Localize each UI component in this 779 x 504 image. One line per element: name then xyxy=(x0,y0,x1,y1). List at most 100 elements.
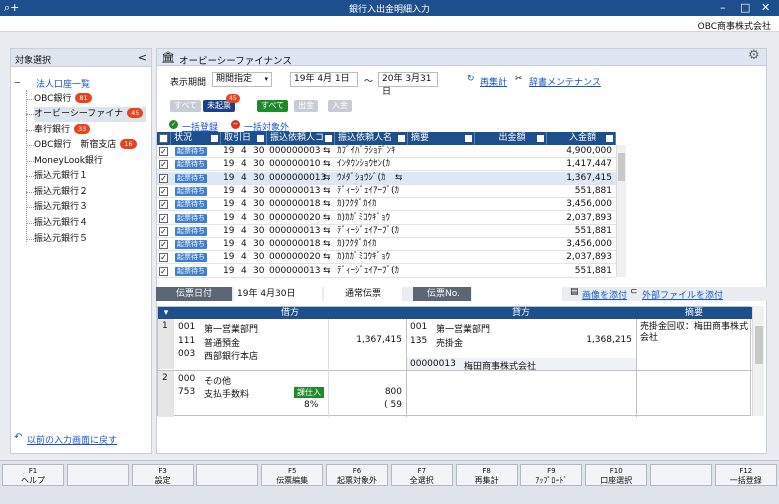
voucher-date-input[interactable]: 19年 4月30日 xyxy=(234,287,322,301)
collapse-chevron-icon[interactable]: < xyxy=(138,51,147,64)
swap-icon[interactable]: ⇆ xyxy=(323,266,331,276)
voucher-no-input[interactable] xyxy=(472,287,562,301)
select-all-checkbox[interactable] xyxy=(159,134,168,143)
filter-type-deposit[interactable]: 入金 xyxy=(328,100,352,112)
row-checkbox[interactable]: ✓ xyxy=(159,147,168,156)
filter-type-all[interactable]: すべて xyxy=(257,100,289,112)
grid-row[interactable]: ✓ 起票待ち 19 4 30 000000018 ⇆ ｶ)ﾌｸﾀﾞｶｲｶ 3,456,000 xyxy=(157,198,616,212)
swap-icon[interactable]: ⇆ xyxy=(323,173,331,183)
row-checkbox[interactable]: ✓ xyxy=(159,186,168,196)
swap-icon[interactable]: ⇆ xyxy=(323,213,331,223)
grid-row[interactable]: ✓ 起票待ち 19 4 30 000000013 ⇆ ﾃﾞｨｰｼﾞｪｲｱｰﾌﾞ(ｶ 551,88… xyxy=(157,225,616,238)
filter-dropdown-icon[interactable] xyxy=(465,135,472,142)
filter-status-all[interactable]: すべて xyxy=(170,100,202,112)
row-checkbox[interactable]: ✓ xyxy=(159,200,168,210)
grid-scroll-thumb[interactable] xyxy=(618,153,625,181)
journal-collapse-icon[interactable]: ▾ xyxy=(158,307,174,319)
fkey-f6[interactable]: F6 起票対象外 xyxy=(326,464,388,486)
grid-row[interactable]: ✓ 起票待ち 19 4 30 000000010 ⇆ ｲﾝﾀｳﾝｼｮｳｾﾝ(ｶ 1,417,44… xyxy=(157,158,616,172)
filter-dropdown-icon[interactable] xyxy=(537,135,544,142)
attach-image-link[interactable]: 画像を添付 xyxy=(582,288,627,301)
fkey-f7[interactable]: F7 全選択 xyxy=(390,464,453,486)
previous-screen-link[interactable]: 以前の入力画面に戻す xyxy=(27,433,117,446)
grid-row[interactable]: ✓ 起票待ち 19 4 30 0000000013 ⇆ ｳﾒﾀﾞｼｮｳｼﾞ(ｶ ⇆ 1,367,4… xyxy=(157,171,616,185)
header-date[interactable]: 取引日 xyxy=(221,132,267,145)
header-code[interactable]: 振込依頼人コード xyxy=(267,132,335,145)
gear-icon[interactable]: ⚙ xyxy=(748,48,760,63)
date-to-input[interactable]: 20年 3月31日 xyxy=(378,72,438,97)
maximize-icon[interactable]: □ xyxy=(740,0,750,16)
swap-icon[interactable]: ⇆ xyxy=(323,226,331,236)
debit2-dept-code[interactable]: 000 xyxy=(178,374,195,384)
fkey-f10[interactable]: F10 口座選択 xyxy=(585,464,648,486)
debit-amount[interactable]: 1,367,415 xyxy=(326,335,402,345)
grid-row[interactable]: ✓ 起票待ち 19 4 30 000000020 ⇆ ｶ)ｶｶﾞﾐｺｳｷﾞｮｳ 2,037,89… xyxy=(157,251,616,265)
debit-account-code[interactable]: 111 xyxy=(178,336,195,346)
grid-row[interactable]: ✓ 起票待ち 19 4 30 000000003 ⇆ ｶﾌﾞｲﾊﾞﾗｼｮﾃﾞﾝｷ 4,900,0… xyxy=(157,145,616,158)
minimize-icon[interactable]: – xyxy=(720,0,726,16)
filter-dropdown-icon[interactable] xyxy=(606,135,613,142)
header-name[interactable]: 振込依頼人名 xyxy=(335,132,408,145)
header-memo[interactable]: 摘要 xyxy=(408,132,475,145)
filter-dropdown-icon[interactable] xyxy=(257,135,264,142)
credit-partner-code[interactable]: 00000013 xyxy=(410,359,456,369)
journal-scrollbar[interactable] xyxy=(752,306,764,416)
row-checkbox[interactable]: ✓ xyxy=(159,213,168,223)
filter-type-withdraw[interactable]: 出金 xyxy=(294,100,318,112)
account-item[interactable]: 奉行銀行 33 xyxy=(34,123,146,138)
row-checkbox[interactable]: ✓ xyxy=(159,173,168,183)
attach-file-link[interactable]: 外部ファイルを添付 xyxy=(642,288,723,301)
header-withdraw[interactable]: 出金額 xyxy=(475,132,547,145)
filter-dropdown-icon[interactable] xyxy=(211,135,218,142)
swap-icon[interactable]: ⇆ xyxy=(395,173,403,183)
credit-dept-code[interactable]: 001 xyxy=(410,322,427,332)
account-item[interactable]: 振込元銀行２ xyxy=(34,185,146,200)
row-checkbox[interactable]: ✓ xyxy=(159,266,168,276)
header-deposit[interactable]: 入金額 xyxy=(547,132,616,145)
voucher-type[interactable]: 通常伝票 xyxy=(324,287,402,301)
period-select[interactable]: 期間指定 ▾ xyxy=(212,72,272,87)
filter-dropdown-icon[interactable] xyxy=(398,135,405,142)
account-item[interactable]: オービーシーファイナ 45 xyxy=(34,107,146,122)
filter-dropdown-icon[interactable] xyxy=(325,135,332,142)
date-from-input[interactable]: 19年 4月 1日 xyxy=(290,72,358,87)
journal-memo[interactable]: 売掛金回収：梅田商事株式会社 xyxy=(640,322,748,344)
tree-root-label[interactable]: 法人口座一覧 xyxy=(36,77,90,90)
fkey-f1[interactable]: F1 ヘルプ xyxy=(2,464,64,486)
dictionary-maintenance-link[interactable]: 辞書メンテナンス xyxy=(529,75,601,88)
grid-row[interactable]: ✓ 起票待ち 19 4 30 000000013 ⇆ ﾃﾞｨｰｼﾞｪｲｱｰﾌﾞ(ｶ 551,88… xyxy=(157,265,616,278)
journal-scroll-thumb[interactable] xyxy=(755,326,763,364)
tree-collapse-icon[interactable]: − xyxy=(14,78,21,87)
fkey-blank[interactable] xyxy=(650,464,712,486)
swap-icon[interactable]: ⇆ xyxy=(323,252,331,262)
header-status[interactable]: 状況 xyxy=(171,132,221,145)
row-checkbox[interactable]: ✓ xyxy=(159,240,168,250)
credit-account-code[interactable]: 135 xyxy=(410,336,427,346)
fkey-blank[interactable] xyxy=(66,464,129,486)
row-checkbox[interactable]: ✓ xyxy=(159,160,168,170)
debit-dept-code[interactable]: 001 xyxy=(178,322,195,332)
fkey-blank[interactable] xyxy=(196,464,259,486)
row-checkbox[interactable]: ✓ xyxy=(159,226,168,236)
credit-amount[interactable]: 1,368,215 xyxy=(558,335,632,345)
fkey-f3[interactable]: F3 設定 xyxy=(131,464,194,486)
swap-icon[interactable]: ⇆ xyxy=(323,239,331,249)
fkey-f9[interactable]: F9 ｱｯﾌﾟﾛｰﾄﾞ xyxy=(520,464,583,486)
grid-row[interactable]: ✓ 起票待ち 19 4 30 000000020 ⇆ ｶ)ｶｶﾞﾐｺｳｷﾞｮｳ 2,037,89… xyxy=(157,212,616,225)
account-item[interactable]: 振込元銀行５ xyxy=(34,232,146,247)
debit-sub-code[interactable]: 003 xyxy=(178,349,195,359)
swap-icon[interactable]: ⇆ xyxy=(323,146,331,156)
swap-icon[interactable]: ⇆ xyxy=(323,159,331,169)
fkey-f12[interactable]: F12 一括登録 xyxy=(714,464,777,486)
account-item[interactable]: 振込元銀行３ xyxy=(34,200,146,215)
account-item[interactable]: OBC銀行 新宿支店 16 xyxy=(34,138,146,153)
grid-row[interactable]: ✓ 起票待ち 19 4 30 000000018 ⇆ ｶ)ﾌｸﾀﾞｶｲｶ 3,456,000 xyxy=(157,238,616,252)
grid-row[interactable]: ✓ 起票待ち 19 4 30 000000013 ⇆ ﾃﾞｨｰｼﾞｪｲｱｰﾌﾞ(ｶ 551,88… xyxy=(157,185,616,198)
grid-scrollbar[interactable] xyxy=(616,145,626,277)
recalc-link[interactable]: 再集計 xyxy=(480,75,507,88)
swap-icon[interactable]: ⇆ xyxy=(323,199,331,209)
debit2-account-code[interactable]: 753 xyxy=(178,387,195,397)
account-item[interactable]: MoneyLook銀行 xyxy=(34,154,146,169)
close-icon[interactable]: ✕ xyxy=(761,0,770,16)
account-item[interactable]: 振込元銀行１ xyxy=(34,169,146,184)
